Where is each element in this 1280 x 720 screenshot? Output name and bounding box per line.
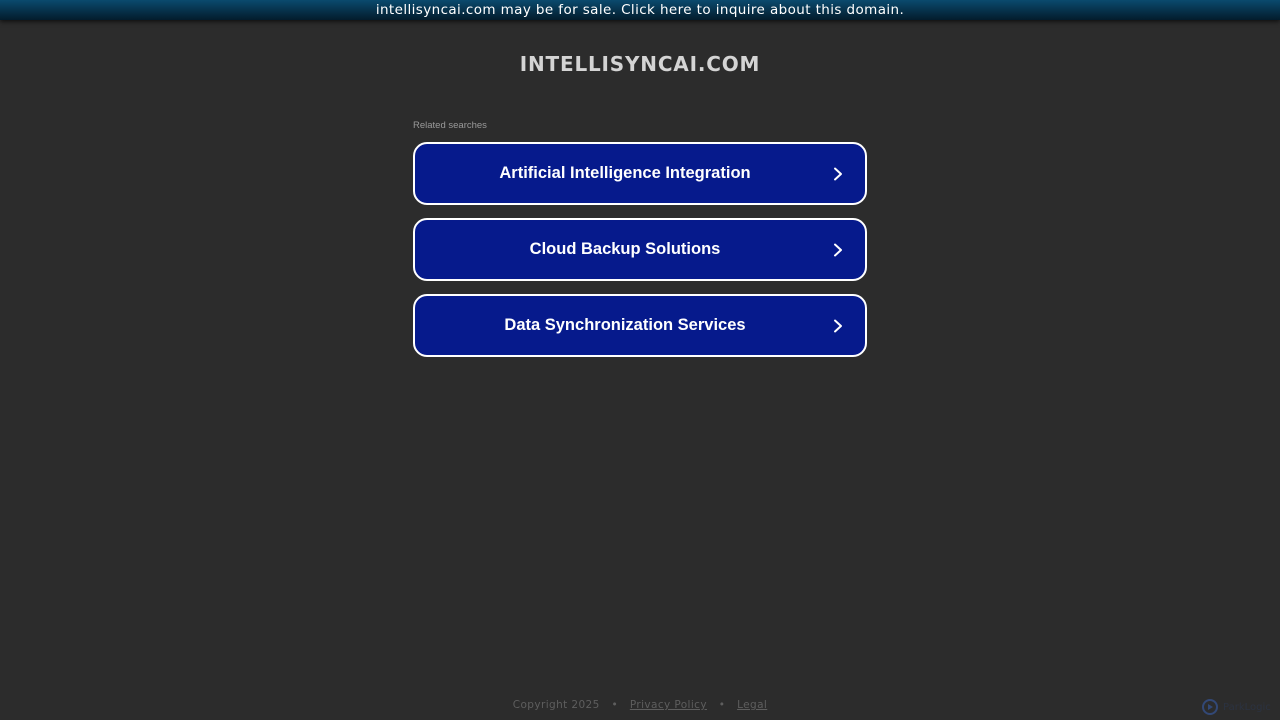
related-link-label: Cloud Backup Solutions: [529, 240, 721, 258]
related-link-label: Data Synchronization Services: [504, 316, 746, 334]
chevron-right-icon: [834, 243, 842, 256]
legal-link[interactable]: Legal: [737, 699, 767, 711]
banner-text[interactable]: intellisyncai.com may be for sale. Click…: [376, 2, 904, 18]
related-link-data-synchronization-services[interactable]: Data Synchronization Services: [413, 294, 867, 357]
footer-separator: •: [718, 699, 726, 711]
page-title: INTELLISYNCAI.COM: [519, 52, 761, 76]
chevron-right-icon: [834, 167, 842, 180]
privacy-policy-link[interactable]: Privacy Policy: [630, 699, 707, 711]
footer: Copyright 2025 • Privacy Policy • Legal: [0, 699, 1280, 711]
parklogic-logo[interactable]: ParkLogic: [1202, 699, 1271, 715]
related-link-label: Artificial Intelligence Integration: [499, 164, 751, 182]
footer-separator: •: [611, 699, 619, 711]
parklogic-logo-icon: [1202, 699, 1218, 715]
related-link-cloud-backup-solutions[interactable]: Cloud Backup Solutions: [413, 218, 867, 281]
domain-sale-banner[interactable]: intellisyncai.com may be for sale. Click…: [0, 0, 1280, 20]
parklogic-logo-text: ParkLogic: [1223, 701, 1271, 713]
related-searches: Related searches Artificial Intelligence…: [413, 120, 867, 370]
chevron-right-icon: [834, 319, 842, 332]
copyright-text: Copyright 2025: [512, 699, 600, 711]
related-searches-label: Related searches: [413, 120, 487, 131]
related-link-artificial-intelligence-integration[interactable]: Artificial Intelligence Integration: [413, 142, 867, 205]
